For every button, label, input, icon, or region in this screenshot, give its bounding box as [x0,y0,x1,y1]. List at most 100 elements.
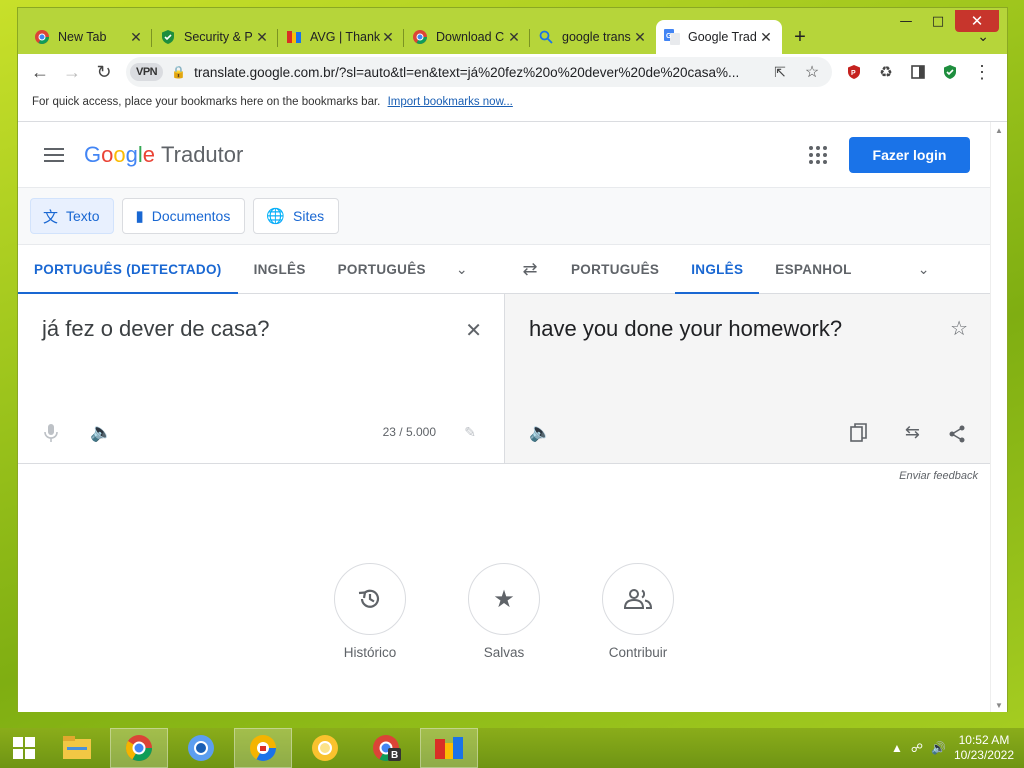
new-tab-button[interactable]: + [782,20,818,54]
tab-google-search[interactable]: google trans ✕ [530,20,656,54]
url-text[interactable]: translate.google.com.br/?sl=auto&tl=en&t… [194,65,764,80]
show-hidden-icons-icon[interactable]: ▲ [891,741,903,755]
secure-browser-taskbar-icon[interactable] [234,728,292,768]
svg-text:P: P [851,70,856,77]
source-lang-english[interactable]: INGLÊS [238,245,322,293]
search-icon [538,29,554,45]
share-icon[interactable]: ⇱ [764,56,796,88]
omnibox[interactable]: VPN 🔒 translate.google.com.br/?sl=auto&t… [126,57,832,87]
close-tab-icon[interactable]: ✕ [254,29,270,45]
google-apps-icon[interactable] [809,145,827,164]
page-scrollbar[interactable]: ▲ ▼ [990,122,1007,712]
mode-sites-button[interactable]: 🌐 Sites [253,198,340,234]
tab-avg[interactable]: AVG | Thank ✕ [278,20,404,54]
google-translate-logo[interactable]: Google Tradutor [84,142,243,168]
source-lang-more-icon[interactable]: ⌄ [442,245,482,293]
clock-time: 10:52 AM [958,733,1010,747]
file-explorer-icon[interactable] [48,728,106,768]
source-speaker-icon[interactable]: 🔈 [90,422,112,443]
source-panel: já fez o dever de casa? ✕ 🔈 23 / 5.000 ✎ [18,294,505,463]
forward-icon[interactable]: → [56,56,88,88]
contribute-action[interactable]: Contribuir [602,563,674,660]
history-action[interactable]: Histórico [334,563,406,660]
target-panel: have you done your homework? ☆ 🔈 ⇆ [505,294,990,463]
tab-search-chevron-icon[interactable]: ⌄ [977,28,989,45]
people-icon[interactable] [602,563,674,635]
scroll-down-icon[interactable]: ▼ [995,701,1003,710]
send-feedback-link[interactable]: Enviar feedback [18,464,990,482]
login-button[interactable]: Fazer login [849,136,970,173]
rate-translation-icon[interactable]: ⇆ [905,422,920,443]
translation-panels: já fez o dever de casa? ✕ 🔈 23 / 5.000 ✎… [18,294,990,464]
source-lang-detected[interactable]: PORTUGUÊS (DETECTADO) [18,245,238,294]
avg-icon [286,29,302,45]
extension-p-icon[interactable]: P [838,56,870,88]
edit-pencil-icon[interactable]: ✎ [464,424,476,441]
close-tab-icon[interactable]: ✕ [380,29,396,45]
network-icon[interactable]: ☍ [911,741,923,755]
svg-text:G: G [666,33,672,40]
target-lang-spanish[interactable]: ESPANHOL [759,245,867,293]
reload-icon[interactable]: ↻ [88,56,120,88]
target-lang-portuguese[interactable]: PORTUGUÊS [555,245,675,293]
target-lang-more-icon[interactable]: ⌄ [904,245,944,293]
canary-taskbar-icon[interactable] [296,728,354,768]
source-languages: PORTUGUÊS (DETECTADO) INGLÊS PORTUGUÊS ⌄ [18,245,505,294]
tab-title: AVG | Thank [310,30,380,44]
chrome-icon [412,29,428,45]
swap-languages-icon[interactable]: ⇄ [505,245,555,293]
tab-new-tab[interactable]: New Tab ✕ [26,20,152,54]
tab-google-translate[interactable]: G Google Trad ✕ [656,20,782,54]
avg-taskbar-icon[interactable] [420,728,478,768]
extensions-puzzle-icon[interactable]: ♻ [870,56,902,88]
tab-download[interactable]: Download C ✕ [404,20,530,54]
target-speaker-icon[interactable]: 🔈 [529,422,551,443]
language-bar: PORTUGUÊS (DETECTADO) INGLÊS PORTUGUÊS ⌄… [18,244,990,294]
chrome-beta-taskbar-icon[interactable]: B [358,728,416,768]
back-icon[interactable]: ← [24,56,56,88]
clear-source-icon[interactable]: ✕ [465,318,482,343]
google-translate-icon: G [664,29,680,45]
lock-icon[interactable]: 🔒 [171,65,186,79]
action-label: Histórico [343,645,397,660]
tab-title: New Tab [58,30,107,44]
windows-start-icon[interactable] [0,728,48,768]
close-tab-icon[interactable]: ✕ [506,29,522,45]
close-tab-icon[interactable]: ✕ [128,29,144,45]
volume-icon[interactable]: 🔊 [931,741,946,755]
close-tab-icon[interactable]: ✕ [758,29,774,45]
main-menu-icon[interactable] [42,145,66,165]
tab-security[interactable]: Security & P ✕ [152,20,278,54]
mode-documents-button[interactable]: ▮ Documentos [122,198,246,234]
chromium-taskbar-icon[interactable] [172,728,230,768]
clock-date: 10/23/2022 [953,748,1014,762]
scroll-up-icon[interactable]: ▲ [995,126,1003,135]
tab-title: Security & P [184,30,253,44]
target-lang-english[interactable]: INGLÊS [675,245,760,294]
security-shield-icon[interactable] [934,56,966,88]
chrome-icon [34,29,50,45]
share-translation-icon[interactable] [948,425,966,443]
mode-text-button[interactable]: 文 Texto [30,198,115,234]
clock[interactable]: 10:52 AM 10/23/2022 [954,733,1014,763]
side-panel-icon[interactable] [902,56,934,88]
history-icon[interactable] [334,563,406,635]
chrome-taskbar-icon[interactable] [110,728,168,768]
copy-icon[interactable] [850,423,868,443]
character-count: 23 / 5.000 [382,425,436,439]
target-languages: PORTUGUÊS INGLÊS ESPANHOL ⌄ [555,245,990,294]
vpn-badge[interactable]: VPN [130,63,164,81]
saved-action[interactable]: ★ Salvas [468,563,540,660]
app-header: Google Tradutor Fazer login [18,122,990,188]
translate-page: Google Tradutor Fazer login 文 Texto ▮ Doc… [18,122,990,712]
browser-menu-icon[interactable]: ⋮ [966,56,998,88]
close-tab-icon[interactable]: ✕ [632,29,648,45]
microphone-icon[interactable] [44,423,58,443]
source-lang-portuguese[interactable]: PORTUGUÊS [322,245,442,293]
mode-selector: 文 Texto ▮ Documentos 🌐 Sites [18,188,990,244]
import-bookmarks-link[interactable]: Import bookmarks now... [388,96,513,108]
source-text-input[interactable]: já fez o dever de casa? [42,316,269,342]
bookmark-star-icon[interactable]: ☆ [796,56,828,88]
save-translation-star-icon[interactable]: ☆ [950,316,968,341]
star-icon[interactable]: ★ [468,563,540,635]
